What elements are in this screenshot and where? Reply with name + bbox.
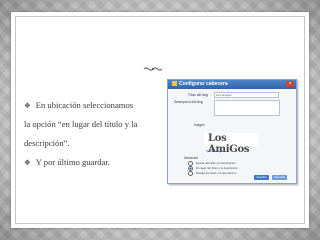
close-icon[interactable]: × bbox=[286, 81, 294, 87]
remove-image-link[interactable]: Quitar imagen bbox=[206, 149, 224, 153]
bullet-text: la opción “en lugar del título y la bbox=[24, 119, 138, 129]
option-label: Debajo del título y la descripción bbox=[196, 171, 237, 176]
diamond-bullet-icon: ❖ bbox=[24, 158, 31, 167]
bullet-text: En ubicación seleccionamos bbox=[35, 100, 134, 110]
save-button[interactable]: Guardar bbox=[254, 175, 269, 180]
location-option[interactable]: Debajo del título y la descripción bbox=[188, 171, 236, 176]
bullet-list: ❖ En ubicación seleccionamos la opción “e… bbox=[24, 96, 166, 172]
description-textarea[interactable] bbox=[214, 100, 280, 116]
location-label: Ubicación bbox=[184, 156, 198, 160]
bullet-item: ❖ Y por último guardar. bbox=[24, 153, 166, 172]
radio-icon[interactable] bbox=[188, 171, 193, 176]
flourish-icon bbox=[143, 67, 163, 71]
description-label: Descripción del blog bbox=[174, 100, 203, 104]
header-image-preview: Los AmiGos bbox=[204, 133, 258, 155]
image-label: Imagen bbox=[194, 123, 205, 127]
bullet-text: descripción”. bbox=[24, 138, 70, 148]
dialog-screenshot: Configurar cabecera × Título del blog Lo… bbox=[167, 79, 297, 184]
cancel-button[interactable]: Cancelar bbox=[272, 175, 287, 180]
blogger-icon bbox=[172, 81, 177, 87]
bullet-text: Y por último guardar. bbox=[35, 157, 110, 167]
blog-title-input[interactable]: Los Amigos bbox=[214, 92, 279, 98]
blog-title-label: Título del blog bbox=[188, 93, 209, 97]
option-label: En lugar del título y la descripción bbox=[196, 166, 238, 171]
bullet-item: ❖ En ubicación seleccionamos la opción “e… bbox=[24, 96, 166, 153]
dialog-body: Título del blog Los Amigos Descripción d… bbox=[168, 89, 296, 183]
dialog-titlebar: Configurar cabecera × bbox=[168, 80, 296, 89]
option-label: Detrás del título y la descripción bbox=[196, 161, 236, 166]
dialog-title: Configurar cabecera bbox=[179, 81, 228, 87]
diamond-bullet-icon: ❖ bbox=[24, 101, 31, 110]
